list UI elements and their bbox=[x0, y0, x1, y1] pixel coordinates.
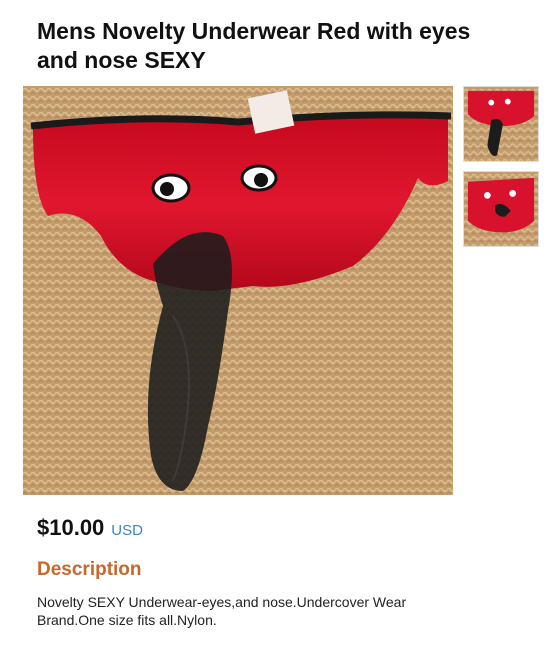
description-heading: Description bbox=[37, 559, 142, 580]
product-title: Mens Novelty Underwear Red with eyes and… bbox=[37, 18, 471, 73]
thumbnail-2[interactable] bbox=[463, 171, 539, 247]
price: $10.00 bbox=[37, 515, 105, 540]
currency-link[interactable]: USD bbox=[111, 522, 143, 539]
price-row: $10.00 USD bbox=[37, 515, 143, 541]
description-text: Novelty SEXY Underwear-eyes,and nose.Und… bbox=[37, 594, 407, 628]
product-main-image[interactable] bbox=[23, 86, 453, 495]
thumbnail-1[interactable] bbox=[463, 86, 539, 162]
